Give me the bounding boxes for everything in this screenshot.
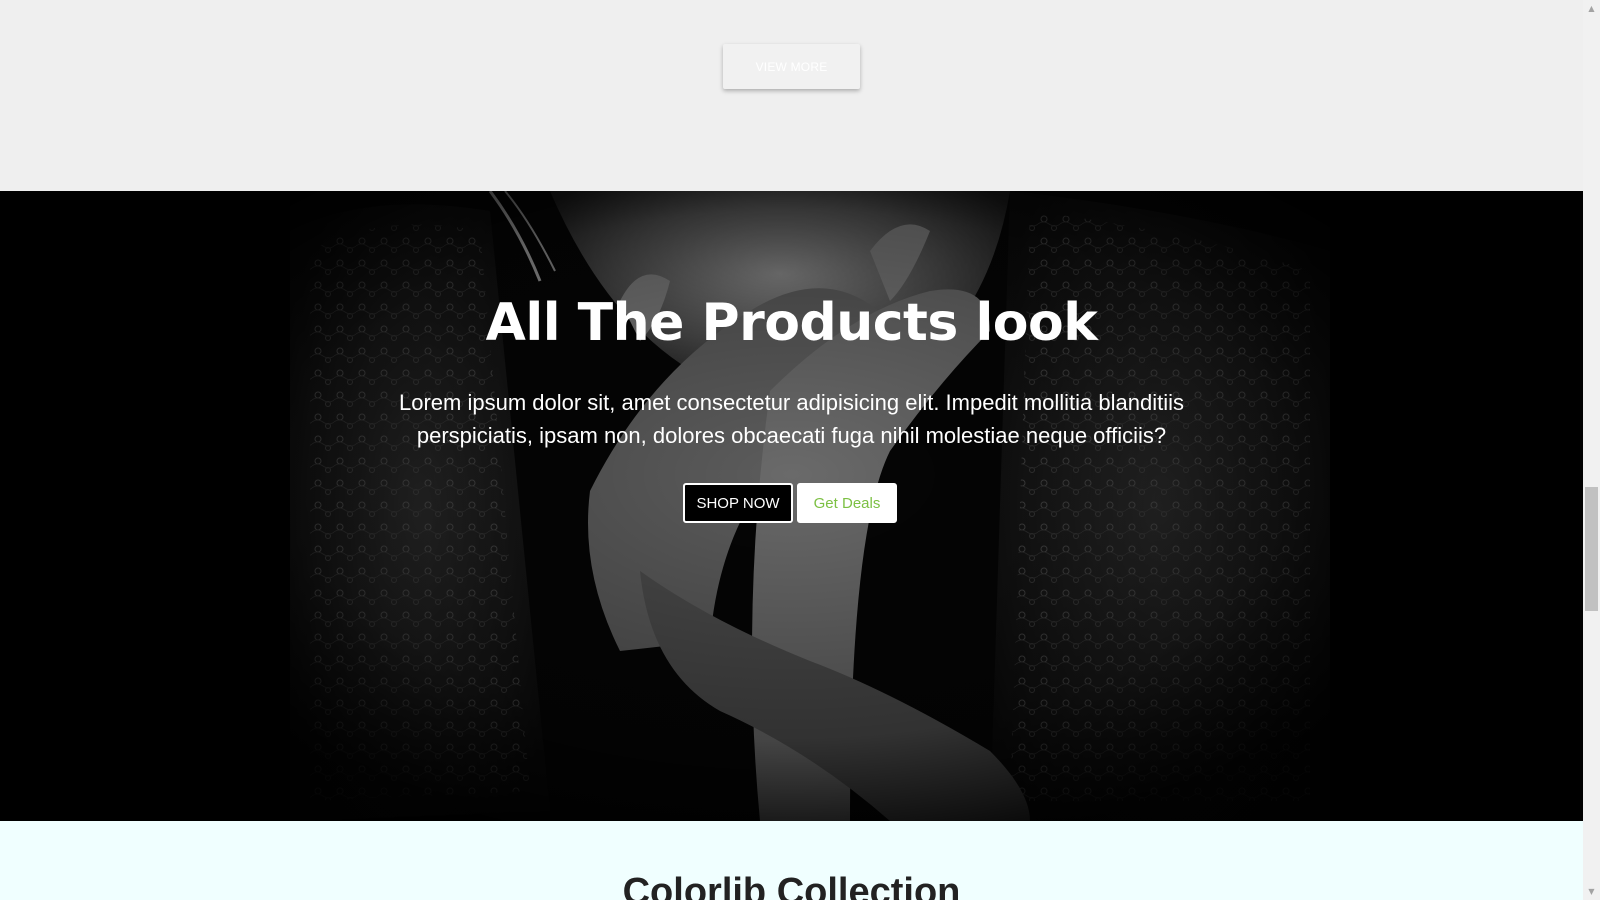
products-section: VIEW MORE bbox=[0, 0, 1583, 191]
collection-section: Colorlib Collection bbox=[0, 821, 1583, 900]
vertical-scrollbar[interactable]: ▲ ▼ bbox=[1583, 0, 1600, 900]
hero-description: Lorem ipsum dolor sit, amet consectetur … bbox=[398, 390, 1184, 448]
hero-banner: All The Products look Lorem ipsum dolor … bbox=[0, 191, 1583, 821]
scroll-up-arrow-icon[interactable]: ▲ bbox=[1583, 0, 1600, 17]
scroll-down-arrow-icon[interactable]: ▼ bbox=[1583, 883, 1600, 900]
scrollbar-thumb[interactable] bbox=[1585, 487, 1598, 611]
shop-now-button[interactable]: SHOP NOW bbox=[683, 483, 793, 523]
hero-title: All The Products look bbox=[485, 293, 1098, 353]
page-viewport: VIEW MORE All The Products look Lorem ip… bbox=[0, 0, 1583, 900]
collection-title: Colorlib Collection bbox=[622, 871, 961, 900]
get-deals-button[interactable]: Get Deals bbox=[797, 483, 897, 523]
view-more-button[interactable]: VIEW MORE bbox=[723, 44, 860, 89]
